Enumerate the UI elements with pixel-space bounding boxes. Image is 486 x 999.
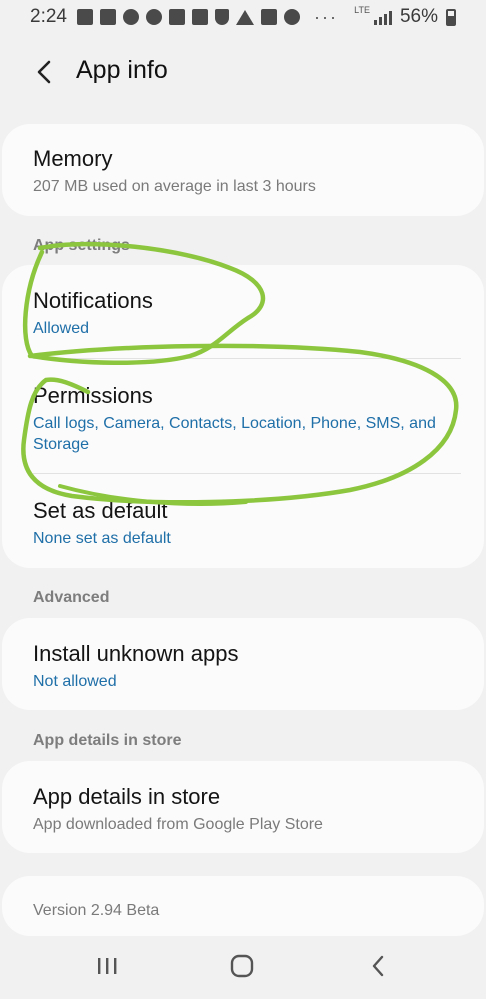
network-label: LTE [354,5,370,15]
section-advanced: Advanced [33,589,110,606]
app-settings-card: Notifications Allowed Permissions Call l… [2,265,484,568]
section-app-settings: App settings [33,237,130,254]
message-icon [168,9,185,25]
battery-percent: 56% [399,6,438,27]
store-card: App details in store App downloaded from… [2,761,484,853]
facebook-icon [76,9,93,25]
home-button[interactable] [222,948,262,984]
page-title: App info [76,56,168,84]
app-details-subtitle: App downloaded from Google Play Store [33,816,323,833]
app-bar: App info [0,44,486,100]
tiktok-icon [145,9,162,25]
battery-icon [446,8,456,26]
permissions-title: Permissions [33,383,153,408]
install-unknown-apps-title: Install unknown apps [33,641,239,666]
notifications-item[interactable]: Notifications Allowed [33,287,463,339]
divider [33,473,461,474]
permissions-list: Call logs, Camera, Contacts, Location, P… [33,415,436,453]
facebook-icon [260,9,277,25]
video-camera-icon [99,9,116,25]
recents-icon [98,958,117,974]
tv-icon [283,9,300,25]
version-card: Version 2.94 Beta [2,876,484,936]
install-unknown-apps-status: Not allowed [33,673,117,690]
divider [33,358,461,359]
memory-card[interactable]: Memory 207 MB used on average in last 3 … [2,124,484,216]
shield-icon [214,9,229,25]
home-icon [230,954,254,978]
set-default-title: Set as default [33,498,168,523]
version-item: Version 2.94 Beta [33,900,463,921]
version-text: Version 2.94 Beta [33,902,160,919]
memory-subtitle: 207 MB used on average in last 3 hours [33,178,316,195]
notifications-status: Allowed [33,320,90,337]
app-details-title: App details in store [33,784,221,809]
permissions-item[interactable]: Permissions Call logs, Camera, Contacts,… [33,382,463,455]
status-bar: 2:24 ··· LTE 56% [0,0,486,34]
set-default-item[interactable]: Set as default None set as default [33,497,463,549]
navigation-bar [0,940,486,999]
back-icon [372,955,384,977]
memory-title: Memory [33,146,113,171]
more-notifications-dots: ··· [313,6,338,27]
install-unknown-apps-item[interactable]: Install unknown apps Not allowed [33,640,463,692]
notification-icons [76,9,300,25]
shopping-bag-icon [191,9,208,25]
recents-button[interactable] [87,948,127,984]
app-details-item[interactable]: App details in store App downloaded from… [33,783,463,835]
memory-item[interactable]: Memory 207 MB used on average in last 3 … [33,145,463,197]
status-right: LTE 56% [354,0,456,34]
back-nav-button[interactable] [358,948,398,984]
advanced-card: Install unknown apps Not allowed [2,618,484,710]
notifications-title: Notifications [33,288,153,313]
back-arrow-icon [37,60,51,84]
back-button[interactable] [26,54,62,90]
drive-icon [235,9,254,25]
section-app-details: App details in store [33,732,182,749]
status-time: 2:24 [30,6,67,27]
signal-icon [373,9,392,25]
set-default-status: None set as default [33,530,171,547]
tiktok-icon [122,9,139,25]
